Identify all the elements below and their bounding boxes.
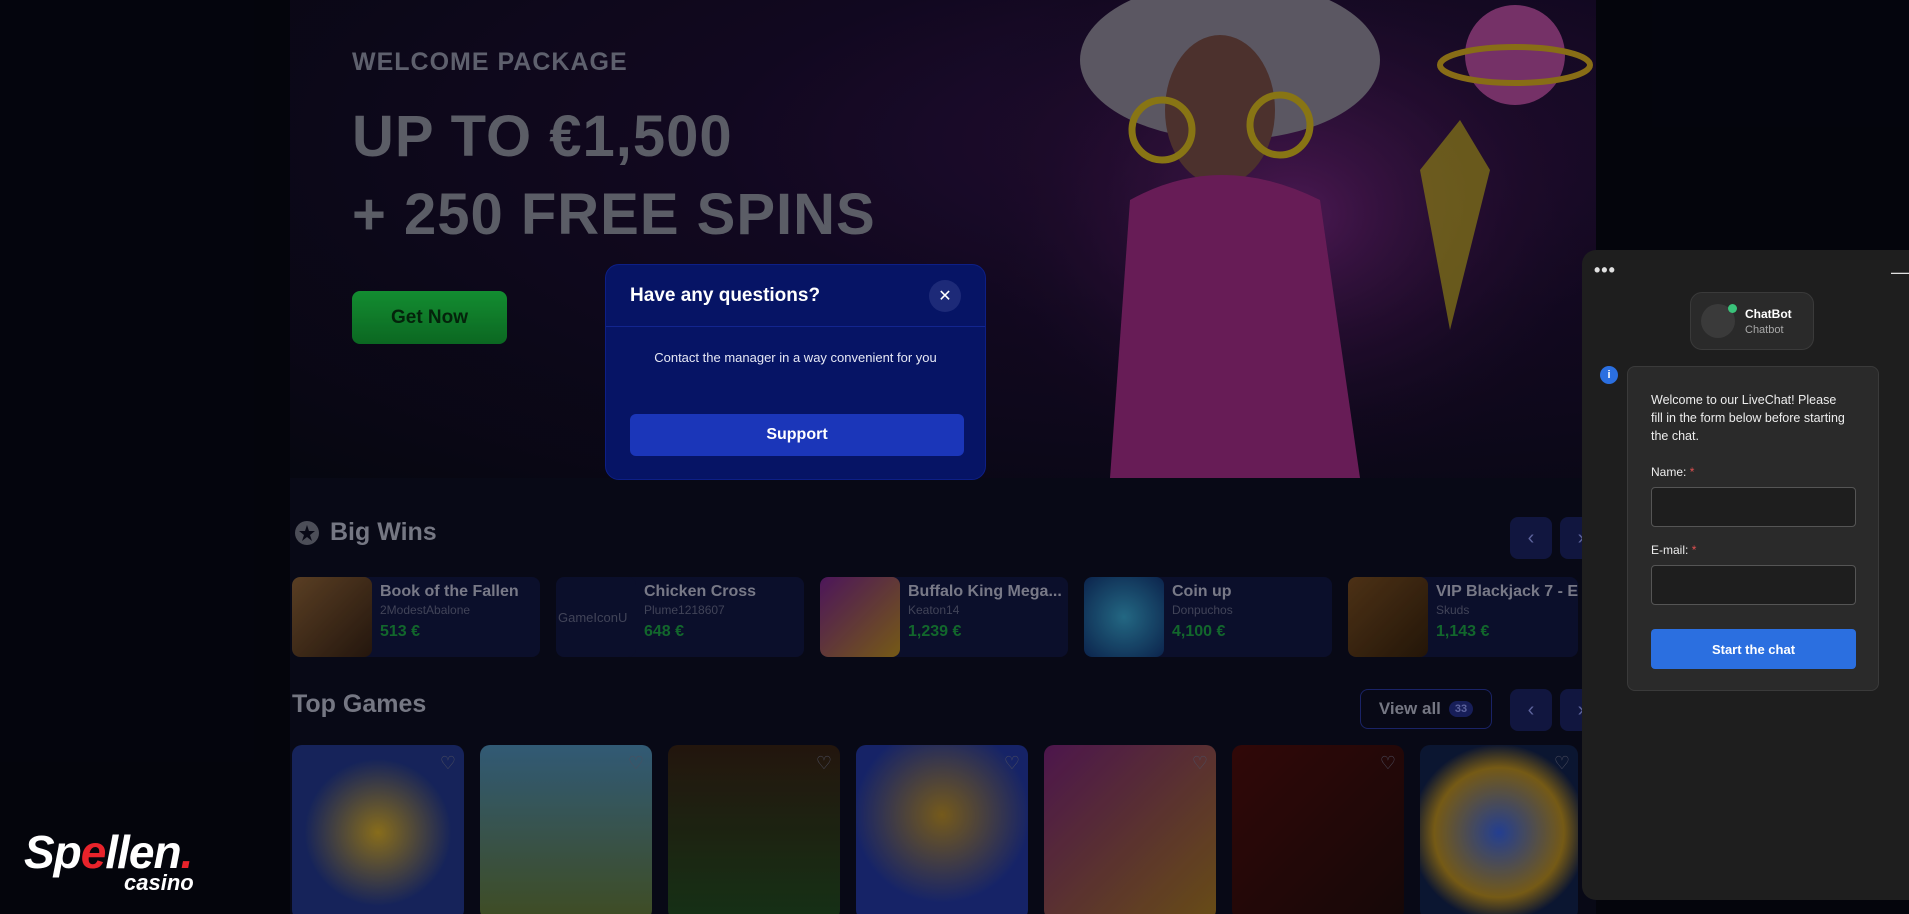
bot-name: ChatBot — [1745, 306, 1792, 321]
prechat-form: Welcome to our LiveChat! Please fill in … — [1627, 366, 1879, 691]
modal-description: Contact the manager in a way convenient … — [654, 350, 937, 365]
name-label: Name: * — [1651, 465, 1855, 479]
required-mark: * — [1691, 543, 1697, 557]
logo-accent-letter: e — [80, 826, 107, 878]
casino-page: WELCOME PACKAGE UP TO €1,500 + 250 FREE … — [0, 0, 1909, 914]
online-status-dot — [1728, 304, 1737, 313]
welcome-message: Welcome to our LiveChat! Please fill in … — [1651, 393, 1845, 443]
minimize-icon[interactable]: — — [1891, 262, 1909, 283]
name-label-text: Name: — [1651, 465, 1687, 479]
email-field[interactable] — [1651, 565, 1856, 605]
logo-subtitle: casino — [124, 870, 194, 895]
modal-title: Have any questions? — [630, 284, 821, 306]
more-options-icon[interactable]: ••• — [1594, 260, 1616, 281]
bot-message-icon: i — [1600, 366, 1618, 384]
logo-wordmark: Spellen. — [24, 829, 193, 875]
close-icon[interactable]: ✕ — [929, 279, 961, 312]
email-label-text: E-mail: — [1651, 543, 1689, 557]
modal-header: Have any questions? ✕ — [606, 265, 985, 327]
name-field[interactable] — [1651, 487, 1856, 527]
questions-modal: Have any questions? ✕ Contact the manage… — [605, 264, 986, 480]
livechat-panel: ••• — ChatBot Chatbot i Welcome to our L… — [1582, 250, 1909, 900]
bot-subtitle: Chatbot — [1745, 323, 1784, 336]
spellen-casino-logo: Spellen. casino — [24, 829, 194, 895]
start-chat-button[interactable]: Start the chat — [1651, 629, 1856, 669]
chatbot-header: ChatBot Chatbot — [1690, 292, 1814, 350]
logo-part: Sp — [24, 826, 82, 878]
support-button[interactable]: Support — [630, 414, 964, 456]
required-mark: * — [1689, 465, 1695, 479]
bot-avatar — [1701, 304, 1737, 338]
email-label: E-mail: * — [1651, 543, 1855, 557]
